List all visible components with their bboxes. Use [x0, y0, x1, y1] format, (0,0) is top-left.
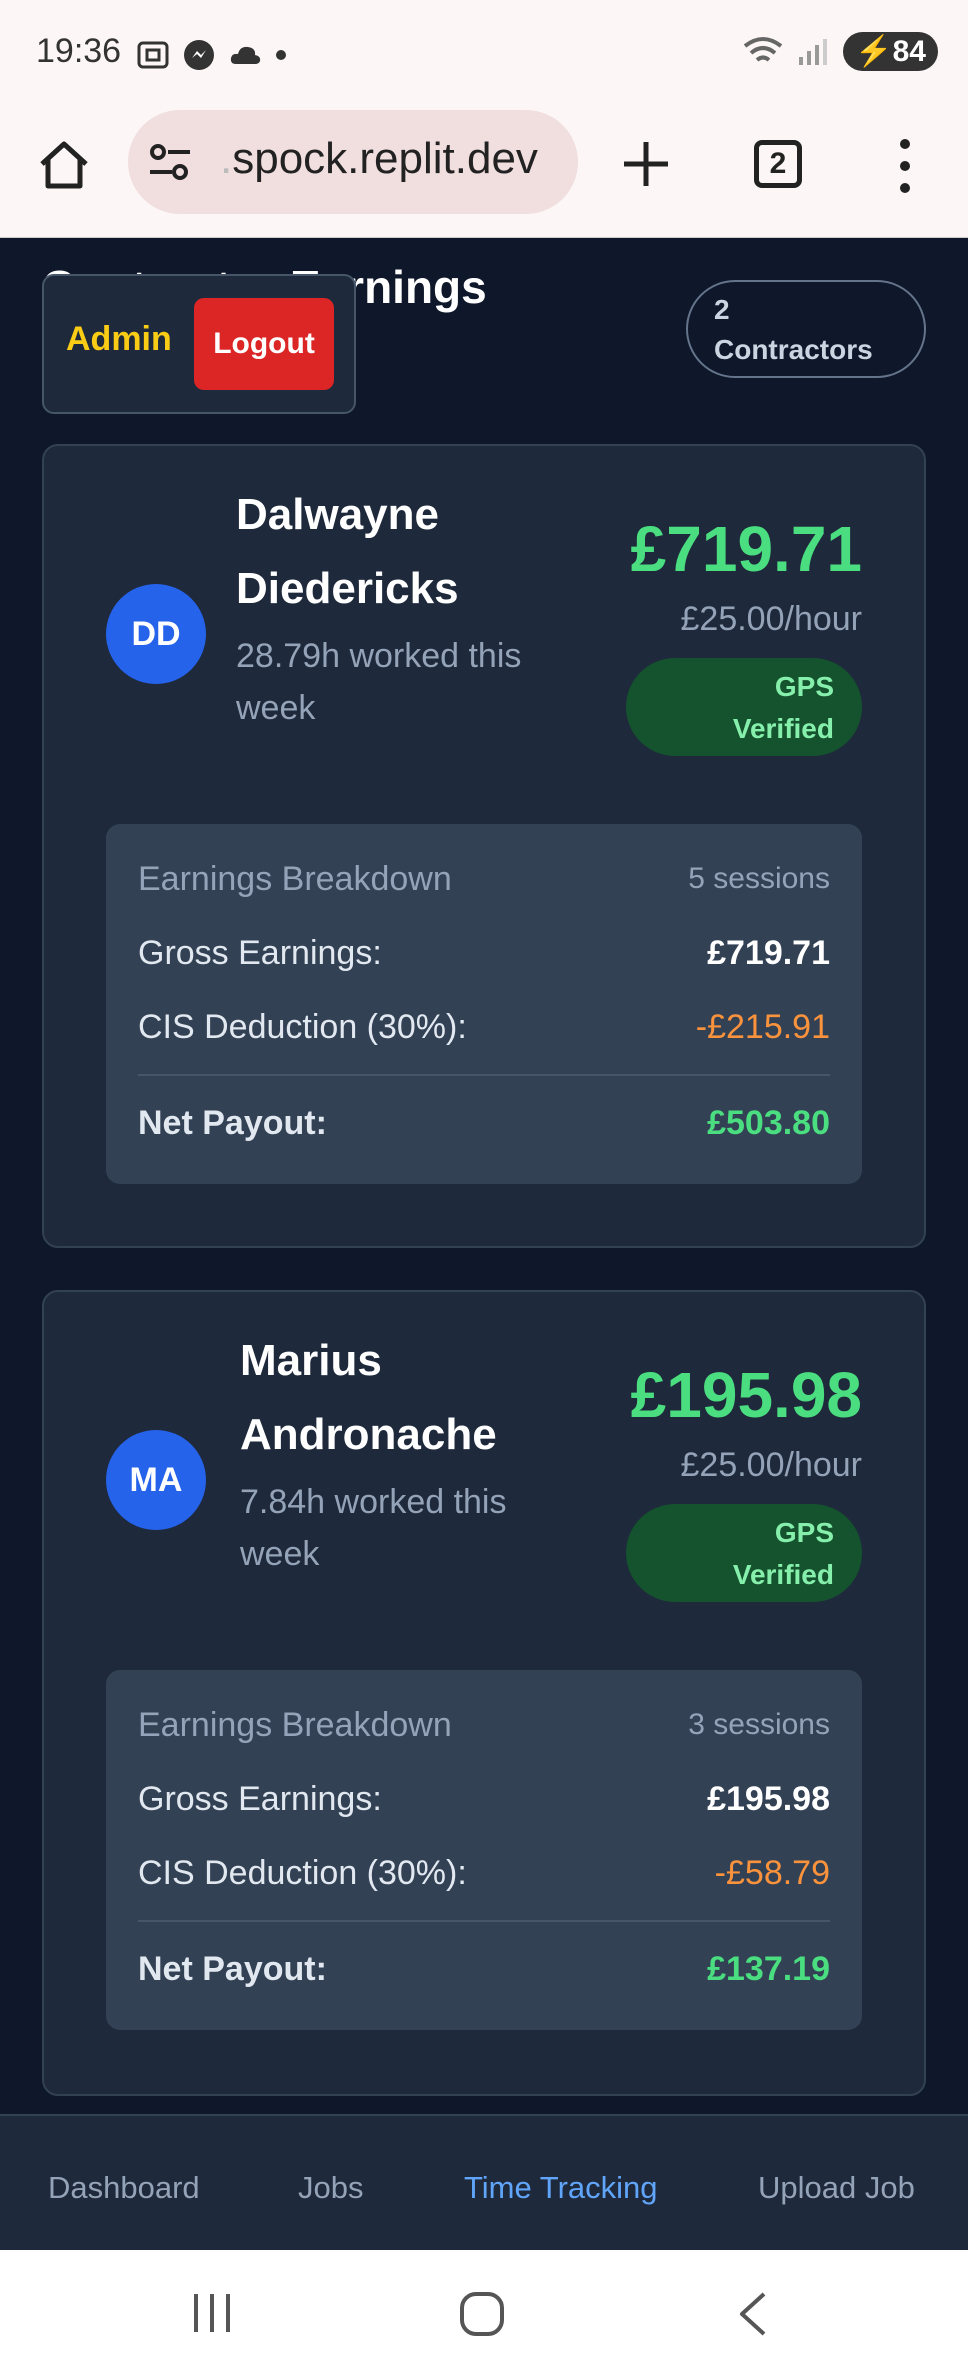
- gross-label: Gross Earnings:: [138, 934, 382, 972]
- address-bar[interactable]: .spock.replit.dev: [128, 110, 578, 214]
- admin-panel: Admin Logout: [42, 274, 356, 414]
- net-value: £137.19: [707, 1950, 830, 1988]
- logout-button[interactable]: Logout: [194, 298, 334, 390]
- cis-value: -£58.79: [714, 1854, 830, 1892]
- hourly-rate: £25.00/hour: [680, 600, 863, 638]
- gps-verified-badge: GPS Verified: [626, 1504, 862, 1602]
- sessions-count: 3 sessions: [688, 1708, 830, 1741]
- contractor-first-name: Dalwayne: [236, 490, 439, 539]
- nav-dashboard[interactable]: Dashboard: [48, 2170, 200, 2206]
- wifi-icon: [744, 36, 783, 62]
- hours-worked: 7.84h worked this week: [240, 1483, 507, 1573]
- gross-value: £195.98: [707, 1780, 830, 1818]
- gross-value: £719.71: [707, 934, 830, 972]
- new-tab-icon[interactable]: [618, 136, 674, 192]
- status-indicators: ⚡84: [743, 32, 938, 71]
- contractor-card: DD Dalwayne Diedericks 28.79h worked thi…: [42, 444, 926, 1248]
- tab-switcher-button[interactable]: 2: [754, 140, 802, 188]
- earnings-breakdown: Earnings Breakdown 3 sessions Gross Earn…: [106, 1670, 862, 2030]
- screenshot-icon: [137, 41, 169, 69]
- battery-level: 84: [892, 35, 926, 68]
- verified-label: Verified: [732, 713, 834, 744]
- contractor-last-name: Andronache: [240, 1410, 497, 1459]
- status-time: 19:36: [36, 32, 122, 70]
- hourly-rate: £25.00/hour: [680, 1446, 863, 1484]
- earnings-amount: £195.98: [630, 1359, 862, 1431]
- cis-label: CIS Deduction (30%):: [138, 1008, 467, 1046]
- divider: [138, 1920, 830, 1922]
- contractor-count-label: Contractors: [714, 334, 873, 365]
- signal-icon: [799, 38, 828, 65]
- browser-toolbar: .spock.replit.dev 2: [0, 106, 968, 238]
- earnings-amount: £719.71: [630, 513, 862, 585]
- admin-label: Admin: [66, 320, 172, 358]
- contractor-card: MA Marius Andronache 7.84h worked this w…: [42, 1290, 926, 2096]
- nav-jobs[interactable]: Jobs: [298, 2170, 363, 2206]
- recents-icon[interactable]: [190, 2290, 234, 2336]
- notification-icons: [136, 38, 288, 72]
- dot-icon: [276, 50, 286, 60]
- nav-upload-job[interactable]: Upload Job: [758, 2170, 915, 2206]
- contractor-first-name: Marius: [240, 1336, 382, 1385]
- gps-verified-badge: GPS Verified: [626, 658, 862, 756]
- messenger-icon: [184, 40, 214, 70]
- url-prefix: .: [220, 134, 233, 183]
- avatar: DD: [106, 584, 206, 684]
- divider: [138, 1074, 830, 1076]
- net-label: Net Payout:: [138, 1104, 327, 1142]
- site-settings-icon[interactable]: [148, 142, 192, 182]
- breakdown-title: Earnings Breakdown: [138, 1706, 452, 1744]
- hours-worked: 28.79h worked this week: [236, 637, 522, 727]
- url-domain: spock.replit.dev: [232, 134, 538, 183]
- net-value: £503.80: [707, 1104, 830, 1142]
- net-label: Net Payout:: [138, 1950, 327, 1988]
- gross-label: Gross Earnings:: [138, 1780, 382, 1818]
- system-nav-bar: [0, 2250, 968, 2376]
- gps-label: GPS: [774, 1517, 834, 1548]
- url-text: .spock.replit.dev: [220, 134, 538, 184]
- bottom-nav: Dashboard Jobs Time Tracking Upload Job: [0, 2114, 968, 2250]
- page-content: Contractor Earnings Admin Logout 2 Contr…: [0, 238, 968, 2114]
- sessions-count: 5 sessions: [688, 862, 830, 895]
- avatar: MA: [106, 1430, 206, 1530]
- gps-label: GPS: [774, 671, 834, 702]
- status-bar: 19:36 ⚡84: [0, 0, 968, 106]
- contractor-count-badge: 2 Contractors: [686, 280, 926, 378]
- cis-value: -£215.91: [695, 1008, 830, 1046]
- home-icon[interactable]: [36, 136, 92, 192]
- breakdown-title: Earnings Breakdown: [138, 860, 452, 898]
- cis-label: CIS Deduction (30%):: [138, 1854, 467, 1892]
- contractor-count-number: 2: [714, 294, 730, 325]
- nav-time-tracking[interactable]: Time Tracking: [464, 2170, 658, 2206]
- home-nav-icon[interactable]: [458, 2290, 506, 2338]
- back-icon[interactable]: [734, 2290, 770, 2338]
- cloud-icon: [230, 46, 261, 64]
- contractor-last-name: Diedericks: [236, 564, 459, 613]
- earnings-breakdown: Earnings Breakdown 5 sessions Gross Earn…: [106, 824, 862, 1184]
- more-menu-icon[interactable]: [890, 136, 920, 196]
- battery-indicator: ⚡84: [843, 32, 938, 71]
- verified-label: Verified: [732, 1559, 834, 1590]
